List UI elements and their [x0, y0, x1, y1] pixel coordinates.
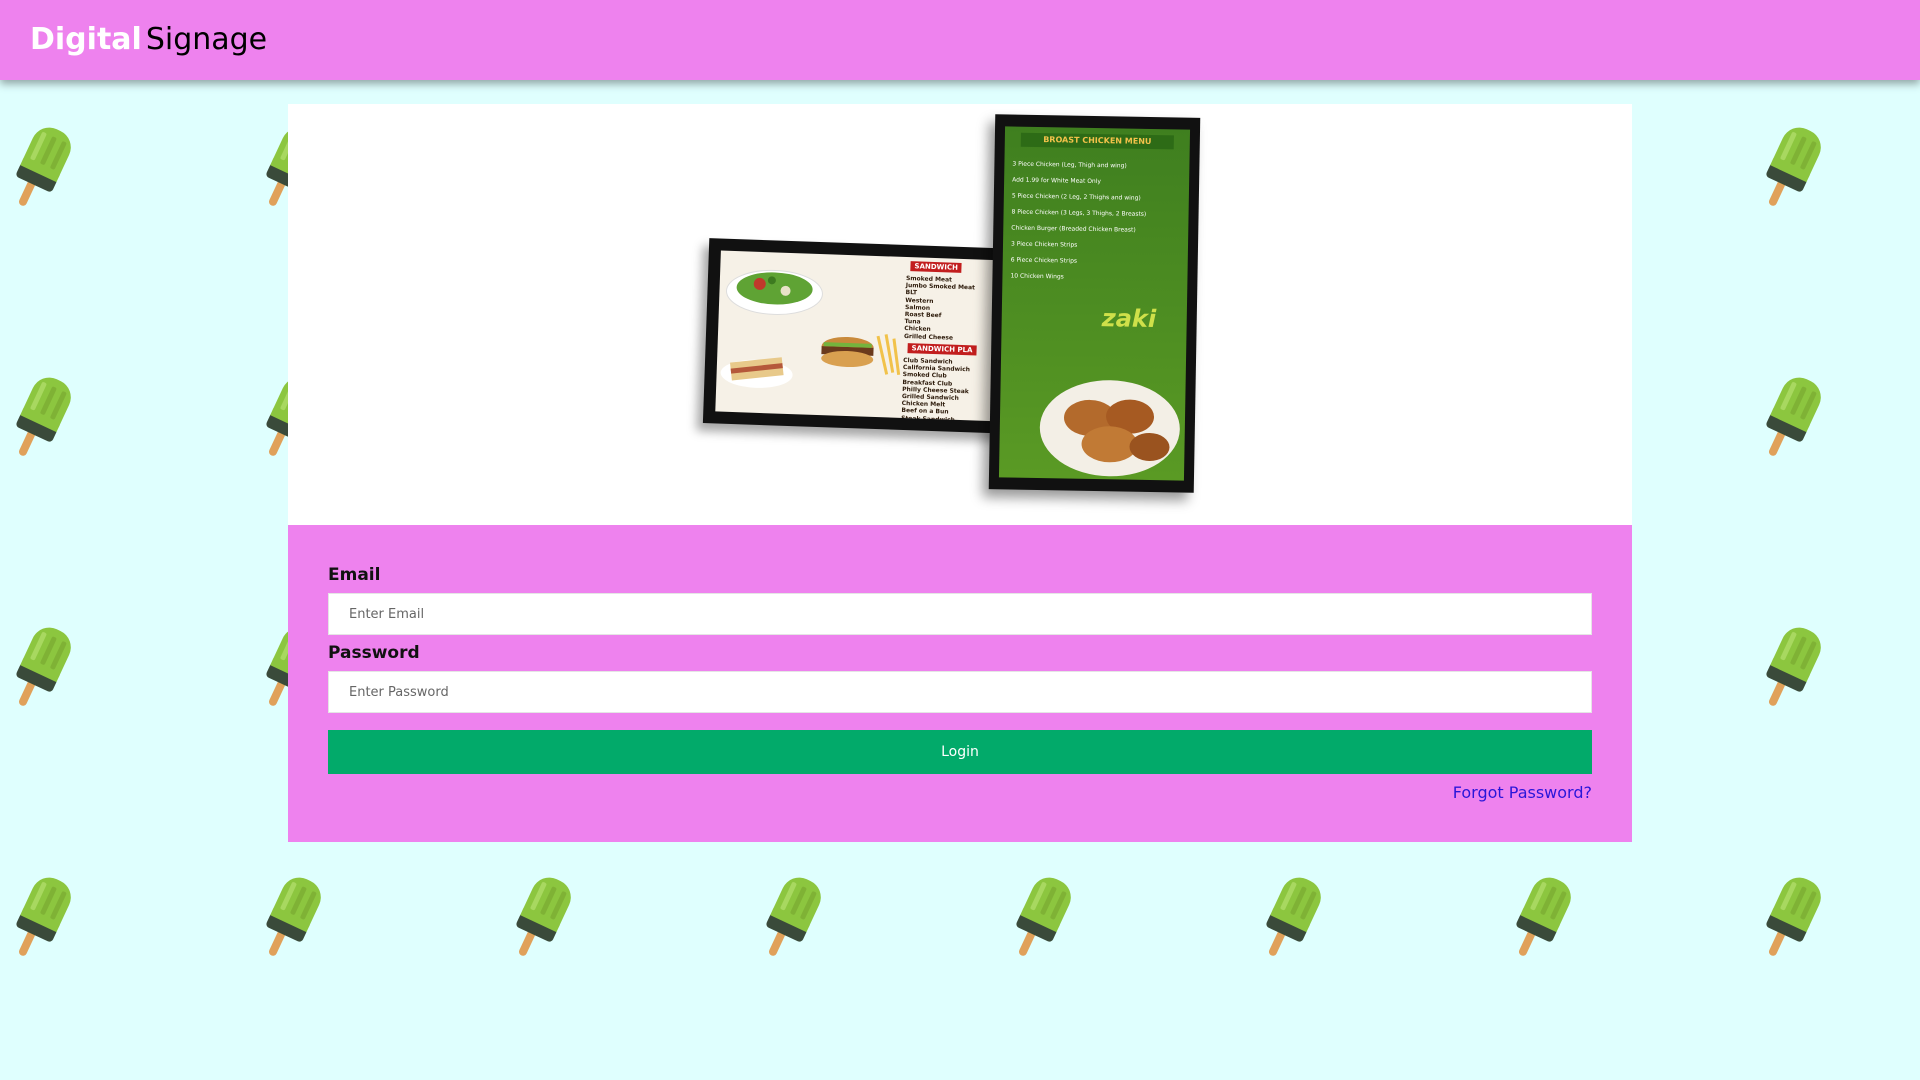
- popsicle-icon: [1750, 870, 1830, 970]
- portrait-menu-display: BROAST CHICKEN MENU 3 Piece Chicken (Leg…: [998, 126, 1191, 481]
- sandwich-items: Smoked Meat Jumbo Smoked Meat BLT Wester…: [903, 275, 976, 342]
- login-form: Email Password Login Forgot Password?: [288, 525, 1632, 842]
- landscape-menu-display: SANDWICH Smoked Meat Jumbo Smoked Meat B…: [715, 250, 1037, 423]
- email-label: Email: [328, 565, 381, 585]
- password-field[interactable]: [328, 671, 1592, 713]
- brand-name-light: Signage: [145, 22, 268, 57]
- forgot-password-link[interactable]: Forgot Password?: [1453, 783, 1592, 802]
- popsicle-icon: [250, 870, 330, 970]
- login-button[interactable]: Login: [328, 730, 1592, 774]
- popsicle-icon: [1250, 870, 1330, 970]
- popsicle-icon: [0, 120, 80, 220]
- brand-name-bold: Digital: [30, 22, 142, 57]
- platter-items: Club Sandwich California Sandwich Smoked…: [901, 356, 971, 423]
- hero-image-panel: SANDWICH Smoked Meat Jumbo Smoked Meat B…: [288, 104, 1632, 525]
- popsicle-icon: [1750, 120, 1830, 220]
- top-navbar: Digital Signage: [0, 0, 1920, 80]
- zaki-logo: zaki: [1101, 304, 1157, 334]
- popsicle-icon: [1000, 870, 1080, 970]
- sandwich-header: SANDWICH: [910, 261, 963, 273]
- popsicle-icon: [750, 870, 830, 970]
- fried-chicken-image: [1039, 380, 1180, 477]
- popsicle-icon: [500, 870, 580, 970]
- chicken-menu-title: BROAST CHICKEN MENU: [1020, 132, 1174, 150]
- popsicle-icon: [0, 370, 80, 470]
- chicken-menu-lines: 3 Piece Chicken (Leg, Thigh and wing) Ad…: [1010, 160, 1147, 281]
- popsicle-icon: [0, 620, 80, 720]
- food-photos-image: [720, 269, 901, 388]
- popsicle-icon: [0, 870, 80, 970]
- popsicle-icon: [1500, 870, 1580, 970]
- platter-header: SANDWICH PLA: [907, 343, 977, 356]
- brand-logo[interactable]: Digital Signage: [30, 25, 267, 55]
- popsicle-icon: [1750, 620, 1830, 720]
- password-label: Password: [328, 643, 420, 663]
- portrait-menu-screen: BROAST CHICKEN MENU 3 Piece Chicken (Leg…: [988, 114, 1201, 493]
- login-card: SANDWICH Smoked Meat Jumbo Smoked Meat B…: [288, 104, 1632, 842]
- email-field[interactable]: [328, 593, 1592, 635]
- popsicle-icon: [1750, 370, 1830, 470]
